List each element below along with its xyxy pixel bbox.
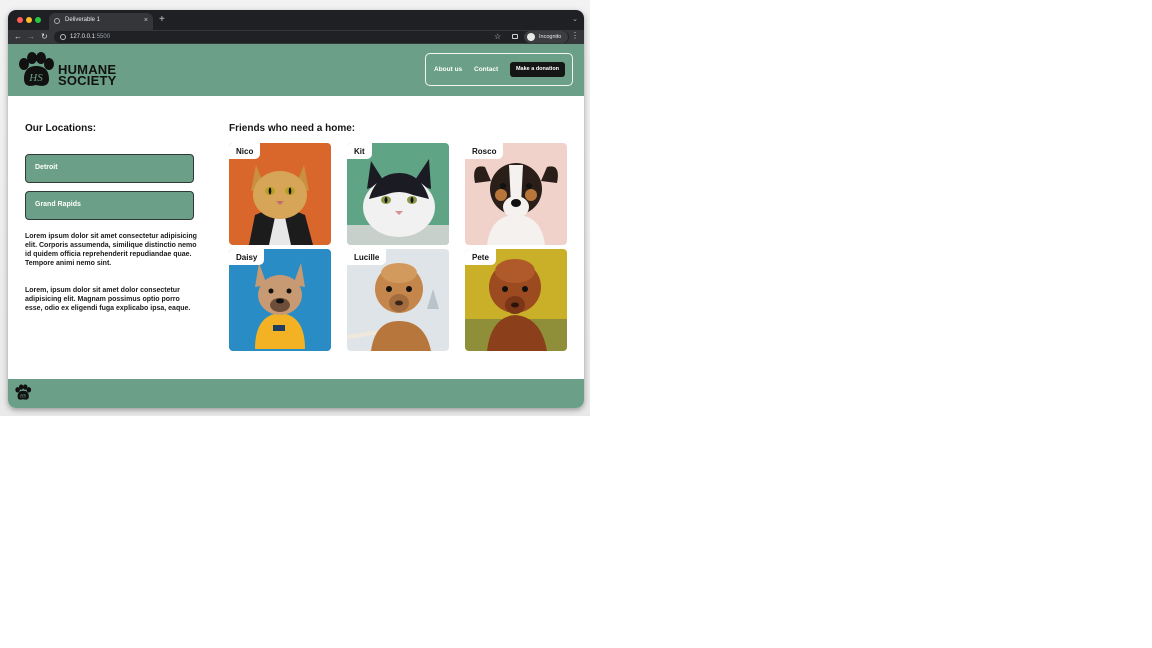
url-text: 127.0.0.1:5500: [70, 34, 111, 40]
globe-icon: [54, 18, 60, 24]
pet-card-nico[interactable]: Nico: [229, 143, 331, 245]
url-bar[interactable]: 127.0.0.1:5500 ☆ Incognito: [54, 31, 569, 43]
svg-text:HS: HS: [28, 72, 43, 84]
tab-bar: Deliverable 1 × + ⌄: [8, 10, 584, 30]
maximize-window-button[interactable]: [35, 17, 41, 23]
close-window-button[interactable]: [17, 17, 23, 23]
pet-name-tag: Lucille: [347, 249, 387, 265]
forward-arrow-icon[interactable]: →: [27, 32, 35, 42]
site-header: HS HUMANE SOCIETY About us Contact Make …: [8, 44, 584, 96]
location-button-detroit[interactable]: Detroit: [25, 154, 194, 183]
browser-window: Deliverable 1 × + ⌄ ← → ↻ 127.0.0.1:5500…: [8, 10, 584, 408]
bookmark-star-icon[interactable]: ☆: [494, 32, 501, 42]
main-nav: About us Contact Make a donation: [425, 53, 573, 86]
pet-card-daisy[interactable]: Daisy: [229, 249, 331, 351]
browser-menu-icon[interactable]: ⋮: [571, 31, 579, 41]
location-label: Detroit: [35, 164, 58, 171]
pet-card-pete[interactable]: Pete: [465, 249, 567, 351]
web-page: HS HUMANE SOCIETY About us Contact Make …: [8, 44, 584, 408]
incognito-label: Incognito: [539, 34, 562, 40]
back-arrow-icon[interactable]: ←: [14, 32, 22, 42]
locations-heading: Our Locations:: [25, 123, 97, 134]
svg-text:HS: HS: [19, 394, 27, 399]
paw-logo-icon[interactable]: HS: [14, 384, 32, 401]
pet-name-tag: Pete: [465, 249, 496, 265]
site-logo-text[interactable]: HUMANE SOCIETY: [58, 63, 117, 88]
incognito-indicator[interactable]: Incognito: [524, 31, 568, 43]
friends-heading: Friends who need a home:: [229, 123, 356, 134]
nav-about-link[interactable]: About us: [434, 66, 462, 73]
reload-icon[interactable]: ↻: [41, 32, 48, 42]
new-tab-icon[interactable]: +: [159, 14, 165, 25]
location-label: Grand Rapids: [35, 201, 81, 208]
cast-icon[interactable]: [512, 34, 518, 39]
tab-search-chevron-icon[interactable]: ⌄: [572, 15, 578, 23]
about-paragraph-2: Lorem, ipsum dolor sit amet dolor consec…: [25, 287, 191, 312]
pet-name-tag: Kit: [347, 143, 372, 159]
nav-contact-link[interactable]: Contact: [474, 66, 498, 73]
pet-card-rosco[interactable]: Rosco: [465, 143, 567, 245]
minimize-window-button[interactable]: [26, 17, 32, 23]
logo-line-2: SOCIETY: [58, 73, 117, 88]
pet-name-tag: Rosco: [465, 143, 504, 159]
about-paragraph-1: Lorem ipsum dolor sit amet consectetur a…: [25, 233, 197, 267]
site-info-icon[interactable]: [60, 34, 66, 40]
browser-tab[interactable]: Deliverable 1 ×: [49, 13, 153, 30]
address-toolbar: ← → ↻ 127.0.0.1:5500 ☆ Incognito ⋮: [8, 30, 584, 44]
close-tab-icon[interactable]: ×: [144, 16, 148, 25]
donate-button[interactable]: Make a donation: [510, 62, 565, 77]
site-footer: HS: [8, 379, 584, 408]
pet-card-lucille[interactable]: Lucille: [347, 249, 449, 351]
location-button-grand-rapids[interactable]: Grand Rapids: [25, 191, 194, 220]
incognito-icon: [527, 33, 535, 41]
pet-card-kit[interactable]: Kit: [347, 143, 449, 245]
tab-title: Deliverable 1: [65, 17, 101, 23]
pet-name-tag: Daisy: [229, 249, 265, 265]
paw-logo-icon[interactable]: HS: [16, 52, 56, 88]
pet-name-tag: Nico: [229, 143, 261, 159]
